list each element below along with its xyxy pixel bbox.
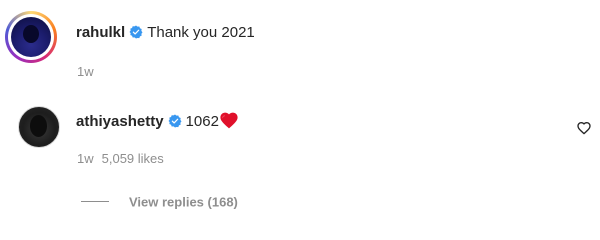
caption: rahulkl Thank you 2021 — [76, 24, 255, 42]
comment-username[interactable]: athiyashetty — [76, 113, 164, 130]
replies-divider-line — [81, 201, 109, 203]
red-heart-emoji-icon — [220, 112, 238, 129]
caption-timestamp[interactable]: 1w — [77, 64, 94, 79]
caption-author-avatar[interactable] — [5, 11, 57, 63]
verified-badge-icon — [168, 114, 182, 128]
comment-timestamp[interactable]: 1w — [77, 151, 94, 166]
view-replies-label: View replies (168) — [129, 194, 238, 210]
heart-outline-icon[interactable] — [576, 120, 592, 136]
caption-username[interactable]: rahulkl — [76, 24, 125, 41]
view-replies-button[interactable]: View replies (168) — [81, 193, 238, 211]
comment: athiyashetty 1062 — [76, 111, 239, 131]
avatar-story-ring — [8, 14, 54, 60]
verified-badge-icon — [129, 25, 143, 39]
avatar-image — [11, 17, 51, 57]
comment-author-avatar[interactable] — [18, 106, 60, 148]
comment-likes-count[interactable]: 5,059 likes — [102, 151, 164, 166]
comment-text: 1062 — [185, 113, 219, 130]
caption-text: Thank you 2021 — [147, 24, 255, 41]
comment-meta: 1w 5,059 likes — [77, 151, 164, 166]
